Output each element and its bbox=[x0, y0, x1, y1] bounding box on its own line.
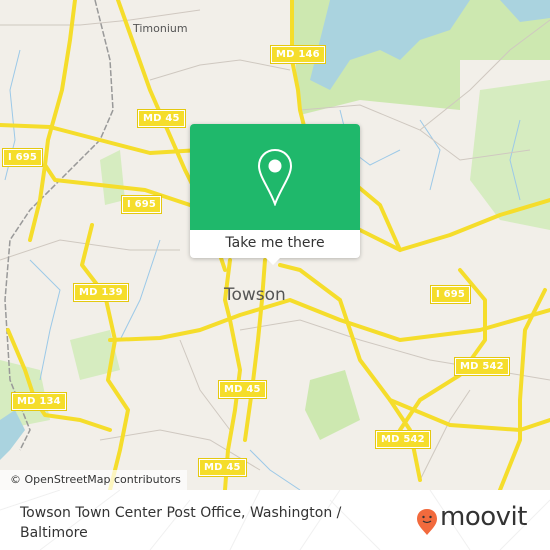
place-label-timonium: Timonium bbox=[133, 22, 188, 35]
road-shield-md45: MD 45 bbox=[198, 458, 247, 477]
road-shield-i695: I 695 bbox=[429, 285, 472, 304]
road-shield-md134: MD 134 bbox=[11, 392, 67, 411]
map-pin-icon bbox=[257, 148, 293, 206]
popup-pointer bbox=[265, 257, 281, 265]
location-popup: Take me there bbox=[190, 124, 360, 265]
take-me-there-button[interactable]: Take me there bbox=[190, 230, 360, 258]
road-shield-md542: MD 542 bbox=[375, 430, 431, 449]
road-shield-i695: I 695 bbox=[120, 195, 163, 214]
road-shield-md45: MD 45 bbox=[137, 109, 186, 128]
road-shield-md542: MD 542 bbox=[454, 357, 510, 376]
road-shield-md139: MD 139 bbox=[73, 283, 129, 302]
place-label-towson: Towson bbox=[224, 285, 286, 305]
map-attribution[interactable]: © OpenStreetMap contributors bbox=[0, 470, 187, 490]
moovit-brand[interactable]: moovit bbox=[440, 502, 527, 532]
popup-header bbox=[190, 124, 360, 230]
footer: Towson Town Center Post Office, Washingt… bbox=[0, 490, 550, 550]
road-shield-i695: I 695 bbox=[1, 148, 44, 167]
road-shield-md146: MD 146 bbox=[270, 45, 326, 64]
map[interactable]: Timonium Towson MD 146 MD 45 I 695 I 695… bbox=[0, 0, 550, 490]
location-title: Towson Town Center Post Office, Washingt… bbox=[20, 505, 342, 541]
moovit-logo-icon bbox=[417, 509, 437, 535]
road-shield-md45: MD 45 bbox=[218, 380, 267, 399]
